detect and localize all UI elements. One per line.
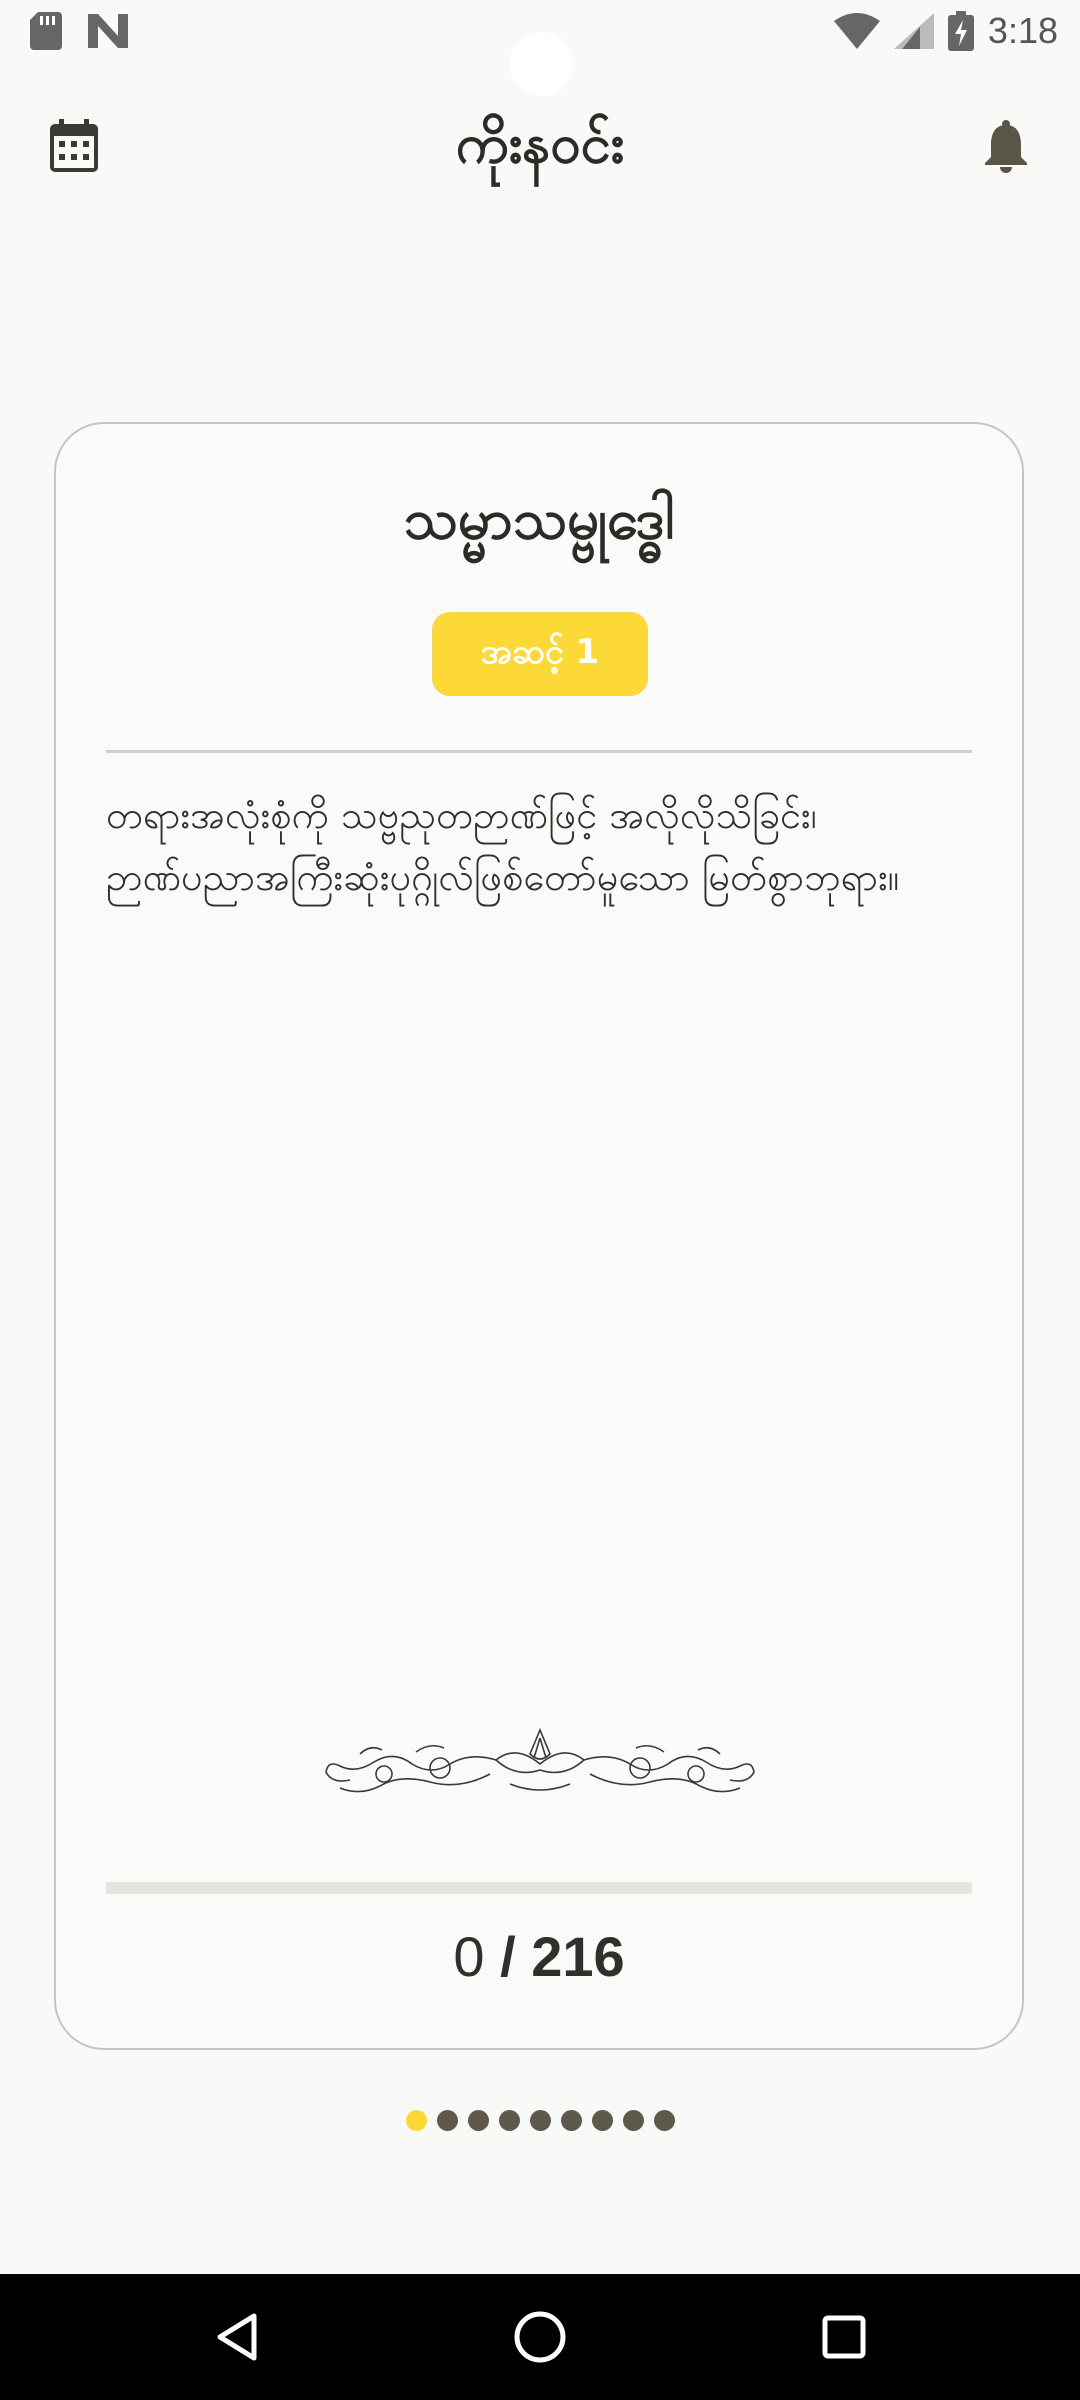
progress-counter: 0 / 216 — [56, 1924, 1022, 1989]
signal-icon — [893, 13, 934, 49]
progress-total: 216 — [531, 1925, 625, 1988]
recents-icon — [822, 2315, 866, 2359]
page-dot[interactable] — [653, 2110, 675, 2131]
card-title: သမ္မာသမ္ဗုဒ္ဓေါ — [403, 487, 675, 552]
wifi-icon — [833, 13, 880, 49]
page-dot[interactable] — [405, 2110, 427, 2131]
progress-bar — [106, 1882, 972, 1894]
back-icon — [217, 2313, 257, 2361]
card-divider — [106, 750, 972, 753]
status-time: 3:18 — [987, 10, 1058, 51]
nav-home-button[interactable] — [507, 2304, 573, 2370]
status-left — [30, 12, 128, 50]
page-dot[interactable] — [591, 2110, 613, 2131]
n-logo-icon — [88, 14, 128, 48]
nav-recents-button[interactable] — [811, 2304, 877, 2370]
notifications-button[interactable] — [976, 116, 1036, 176]
page-dot[interactable] — [436, 2110, 458, 2131]
page-dot[interactable] — [622, 2110, 644, 2131]
page-dot[interactable] — [498, 2110, 520, 2131]
page-dot[interactable] — [560, 2110, 582, 2131]
progress-separator: / — [484, 1925, 532, 1988]
progress-current: 0 — [453, 1925, 485, 1988]
system-nav-bar — [0, 2274, 1080, 2400]
camera-cutout — [509, 32, 573, 96]
page-indicator — [0, 2110, 1080, 2131]
page-dot[interactable] — [467, 2110, 489, 2131]
status-right: 3:18 — [833, 10, 1058, 52]
sd-card-icon — [30, 12, 62, 50]
status-bar: 3:18 — [0, 0, 1080, 96]
nav-back-button[interactable] — [203, 2304, 269, 2370]
battery-charging-icon — [947, 11, 974, 51]
virtue-card[interactable]: သမ္မာသမ္ဗုဒ္ဓေါ အဆင့် 1 တရားအလုံးစုံကို … — [54, 422, 1024, 2050]
bell-icon — [985, 120, 1027, 173]
app-title: ကိုးနဝင်း — [455, 112, 625, 175]
home-icon — [514, 2311, 566, 2363]
app-bar: ကိုးနဝင်း — [0, 90, 1080, 200]
floral-ornament-icon — [325, 1727, 755, 1793]
card-description: တရားအလုံးစုံကို သဗ္ဗညုတဉာဏ်ဖြင့် အလိုလို… — [106, 793, 900, 899]
page-dot[interactable] — [529, 2110, 551, 2131]
level-badge: အဆင့် 1 — [432, 612, 648, 696]
